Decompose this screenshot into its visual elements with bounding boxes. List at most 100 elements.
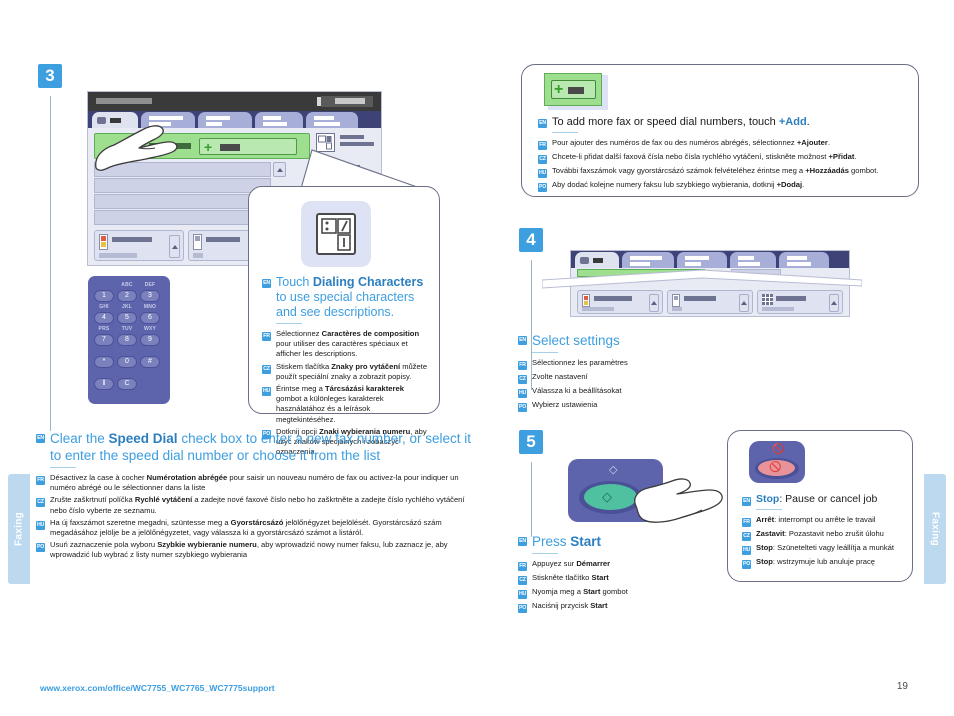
keypad-key-6[interactable]: 6 <box>140 312 160 324</box>
lang-tag-en: EN <box>262 279 271 288</box>
lang-row-fr-settings: FR Sélectionnez les paramètres <box>518 358 818 370</box>
lang-row-fr-stop: FR Arrêt: interrompt ou arrête le travai… <box>742 515 904 527</box>
keypad-key-3[interactable]: 3 <box>140 290 160 302</box>
lang-row-po-add: PO Aby dodać kolejne numery faksu lub sz… <box>538 180 906 192</box>
lang-row-hu-speeddial: HU Ha új faxszámot szeretne megadni, szü… <box>36 518 476 538</box>
settings-cz-text: Zvolte nastavení <box>532 372 588 381</box>
step-3-badge: 3 <box>38 64 62 88</box>
keypad-letters-6: MNO <box>143 304 157 310</box>
keypad-key-0[interactable]: 0 <box>117 356 137 368</box>
lang-tag-po: PO <box>36 543 45 553</box>
lang-tag-en: EN <box>518 537 527 546</box>
lang-row-cz-settings: CZ Zvolte nastavení <box>518 372 818 384</box>
paper-fold-overlay <box>542 269 862 289</box>
keypad-letters-7: PRS <box>98 326 110 332</box>
screen-topbar <box>88 92 381 111</box>
lang-tag-cz: CZ <box>262 364 271 374</box>
lang-row-hu-stop: HU Stop: Szünetelteti vagy leállítja a m… <box>742 543 904 555</box>
lang-row-po-settings: PO Wybierz ustawienia <box>518 400 818 412</box>
speeddial-cz-text: Zrušte zaškrtnutí políčka Rychlé vytáčen… <box>50 495 465 515</box>
speeddial-hu-text: Ha új faxszámot szeretne megadni, szünte… <box>50 517 442 538</box>
lang-tag-en: EN <box>36 434 45 443</box>
plus-icon-large: + <box>554 81 564 98</box>
keypad-key-4[interactable]: 4 <box>94 312 114 324</box>
start-diamond-icon: ◇ <box>602 489 612 504</box>
footer-support-url[interactable]: www.xerox.com/office/WC7755_WC7765_WC777… <box>40 683 275 693</box>
keypad-key-hash[interactable]: # <box>140 356 160 368</box>
lang-tag-fr: FR <box>518 361 527 370</box>
screen-login-chip <box>321 96 373 107</box>
lang-tag-hu: HU <box>262 387 271 397</box>
add-cz-text: Chcete-li přidat další faxová čísla nebo… <box>552 152 857 161</box>
side-tab-right-label: Faxing <box>929 511 941 547</box>
speed-dial-text-block: EN Clear the Speed Dial check box to ent… <box>36 430 476 563</box>
keypad-key-star[interactable]: * <box>94 356 114 368</box>
lang-tag-hu: HU <box>36 520 45 530</box>
keypad-key-5[interactable]: 5 <box>117 312 137 324</box>
stop-hu-text: Stop: Szünetelteti vagy leállítja a munk… <box>756 543 895 552</box>
start-diamond-glyph: ◇ <box>609 464 618 476</box>
en-divider-settings <box>532 352 558 353</box>
lang-row-en-speeddial: EN Clear the Speed Dial check box to ent… <box>36 430 476 464</box>
add-po-text: Aby dodać kolejne numery faksu lub szybk… <box>552 180 805 189</box>
add-numbers-callout: + EN To add more fax or speed dial numbe… <box>521 64 919 197</box>
dialing-hu-text: Érintse meg a Tárcsázási karakterek gomb… <box>276 384 404 424</box>
step-5-badge: 5 <box>519 430 543 454</box>
lang-row-hu-settings: HU Válassza ki a beállításokat <box>518 386 818 398</box>
keypad-key-pause[interactable]: ‖ <box>94 378 114 390</box>
keypad-letters-4: GHI <box>99 304 109 310</box>
lang-tag-en: EN <box>538 119 547 128</box>
side-tab-faxing-right: Faxing <box>924 474 946 584</box>
preview-panel-1[interactable] <box>94 230 184 261</box>
start-po-text: Naciśnij przycisk Start <box>532 601 608 610</box>
settings-po-text: Wybierz ustawienia <box>532 400 598 409</box>
step-5-rule <box>531 462 532 537</box>
lang-row-po-stop: PO Stop: wstrzymuje lub anuluje pracę <box>742 557 904 569</box>
keypad-key-2[interactable]: 2 <box>117 290 137 302</box>
lang-tag-cz: CZ <box>518 576 527 585</box>
add-button-illustration: + <box>544 73 602 106</box>
keypad-key-8[interactable]: 8 <box>117 334 137 346</box>
stop-symbol-glyph: 🚫 <box>772 444 785 455</box>
select-settings-text-block: EN Select settings FR Sélectionnez les p… <box>518 332 818 414</box>
icon-1-label <box>340 135 364 139</box>
keypad-key-1[interactable]: 1 <box>94 290 114 302</box>
stop-cz-text: Zastavit: Pozastavit nebo zrušit úlohu <box>756 529 884 538</box>
keypad-key-9[interactable]: 9 <box>140 334 160 346</box>
dialing-en-text: Touch Dialing Characters to use special … <box>276 275 424 319</box>
add-fr-text: Pour ajouter des numéros de fax ou des n… <box>552 138 830 147</box>
keypad-key-7[interactable]: 7 <box>94 334 114 346</box>
lang-row-fr-add: FR Pour ajouter des numéros de fax ou de… <box>538 138 906 150</box>
stop-button-callout: 🚫 🚫 EN Stop: Pause or cancel job FR Arrê… <box>727 430 913 582</box>
keypad-letters-2: ABC <box>121 282 133 288</box>
stop-po-text: Stop: wstrzymuje lub anuluje pracę <box>756 557 876 566</box>
stop-en-text: Stop: Pause or cancel job <box>756 493 878 505</box>
screen-tab-5[interactable] <box>306 112 358 128</box>
lang-row-hu: HU Érintse meg a Tárcsázási karakterek g… <box>262 384 430 425</box>
keypad-letters-3: DEF <box>144 282 156 288</box>
lang-row-hu-add: HU További faxszámok vagy gyorstárcsázó … <box>538 166 906 178</box>
keypad-letters-5: JKL <box>121 304 133 310</box>
lang-tag-po: PO <box>538 183 547 192</box>
lang-row-po-start: PO Naciśnij przycisk Start <box>518 601 778 613</box>
settings-en-text: Select settings <box>532 333 620 348</box>
lang-tag-cz: CZ <box>742 532 751 541</box>
stop-text-block: EN Stop: Pause or cancel job FR Arrêt: i… <box>742 493 904 571</box>
dialing-fr-text: Sélectionnez Caractères de composition p… <box>276 329 420 359</box>
speeddial-po-text: Usuń zaznaczenie pola wyboru Szybkie wyb… <box>50 540 448 560</box>
lang-row-en: EN Touch Dialing Characters to use speci… <box>262 275 430 320</box>
lang-row-cz-add: CZ Chcete-li přidat další faxová čísla n… <box>538 152 906 164</box>
lang-row-cz-stop: CZ Zastavit: Pozastavit nebo zrušit úloh… <box>742 529 904 541</box>
lang-tag-en: EN <box>742 497 751 506</box>
lang-tag-cz: CZ <box>36 498 45 508</box>
en-divider-start <box>532 553 558 554</box>
lang-row-fr-speeddial: FR Désactivez la case à cocher Numérotat… <box>36 473 476 493</box>
lang-row-fr: FR Sélectionnez Caractères de compositio… <box>262 329 430 360</box>
page-number: 19 <box>896 681 908 692</box>
screen-tab-4[interactable] <box>255 112 303 128</box>
page-root: Faxing Faxing 3 + EN Touch Dialing Chara… <box>0 0 954 716</box>
lang-tag-cz: CZ <box>518 375 527 384</box>
keypad-key-clear[interactable]: C <box>117 378 137 390</box>
stop-button-illustration[interactable]: 🚫 🚫 <box>749 441 805 483</box>
doc-thumb-1 <box>99 234 108 250</box>
